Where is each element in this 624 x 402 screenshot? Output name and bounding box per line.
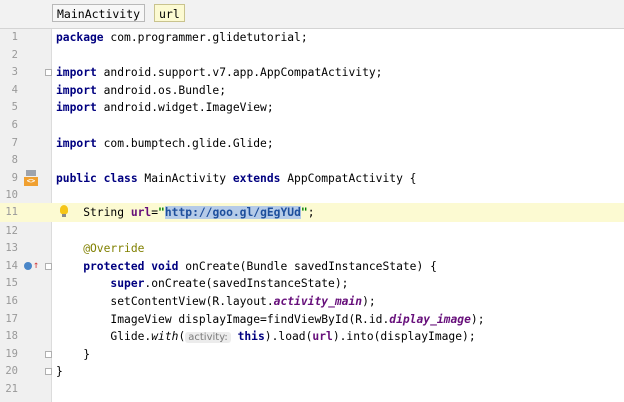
code-line[interactable]: 7 import com.bumptech.glide.Glide; — [0, 135, 624, 153]
field-reference: diplay_image — [389, 312, 471, 326]
keyword: import — [56, 101, 97, 115]
code-text: Glide. — [56, 330, 152, 344]
string-quote: " — [300, 206, 308, 219]
line-number: 15 — [5, 277, 18, 290]
code-text: } — [56, 365, 63, 379]
annotation: @Override — [56, 242, 145, 256]
code-text: com.programmer.glidetutorial; — [103, 31, 308, 44]
code-line[interactable]: 8 — [0, 152, 624, 170]
code-text: android.support.v7.app.AppCompatActivity… — [96, 66, 383, 80]
line-number: 6 — [11, 119, 18, 131]
implemented-icon[interactable]: <> — [24, 176, 38, 186]
line-number: 16 — [5, 295, 18, 307]
line-number: 1 — [11, 31, 18, 43]
line-number: 20 — [5, 365, 18, 378]
code-line[interactable]: 9 <> public class MainActivity extends A… — [0, 169, 624, 188]
code-line[interactable]: 18 Glide.with(activity: this).load(url).… — [0, 328, 624, 346]
keyword: protected void — [56, 259, 179, 273]
keyword: import — [56, 83, 97, 97]
code-text: android.widget.ImageView; — [96, 101, 274, 115]
code-line[interactable]: 3 import android.support.v7.app.AppCompa… — [0, 64, 624, 82]
code-text: AppCompatActivity { — [280, 171, 417, 185]
parameter-hint: activity: — [185, 332, 231, 344]
keyword: extends — [232, 171, 281, 185]
breadcrumb-class[interactable]: MainActivity — [52, 4, 146, 22]
keyword: public class — [56, 171, 138, 185]
code-line[interactable]: 21 — [0, 381, 624, 399]
line-number: 18 — [5, 330, 18, 343]
code-text: ).into(displayImage); — [332, 330, 476, 344]
code-text: ); — [362, 295, 376, 308]
method-call: with — [151, 330, 179, 344]
line-number: 11 — [5, 206, 18, 218]
class-icon — [26, 169, 36, 176]
fold-marker-icon[interactable] — [45, 350, 52, 358]
code-line[interactable]: 4 import android.os.Bundle; — [0, 82, 624, 100]
code-line[interactable]: 14 ↑ protected void onCreate(Bundle save… — [0, 258, 624, 276]
code-text: } — [56, 347, 91, 361]
keyword: import — [56, 66, 97, 80]
code-line[interactable]: 13 @Override — [0, 240, 624, 258]
keyword: package — [56, 31, 104, 44]
code-line[interactable]: 2 — [0, 47, 624, 65]
line-number: 9 — [11, 171, 18, 184]
line-number: 12 — [5, 224, 18, 237]
code-text: ).load( — [264, 330, 313, 344]
line-number: 7 — [11, 136, 18, 149]
line-number: 13 — [5, 242, 18, 255]
fold-marker-icon[interactable] — [45, 69, 52, 77]
string-quote: " — [158, 206, 165, 219]
line-number: 21 — [5, 383, 18, 395]
code-text: MainActivity — [137, 171, 233, 185]
code-text: String — [56, 206, 131, 219]
code-text: .onCreate(savedInstanceState); — [144, 277, 349, 291]
code-line[interactable]: 16 setContentView(R.layout.activity_main… — [0, 293, 624, 311]
code-line[interactable]: 5 import android.widget.ImageView; — [0, 99, 624, 117]
fold-marker-icon[interactable] — [45, 368, 52, 376]
code-text: android.os.Bundle; — [96, 83, 227, 97]
code-line[interactable]: 1 package com.programmer.glidetutorial; — [0, 29, 624, 47]
line-number: 2 — [11, 48, 18, 61]
code-line[interactable]: 15 super.onCreate(savedInstanceState); — [0, 275, 624, 293]
line-number: 19 — [5, 347, 18, 360]
keyword: import — [56, 136, 97, 150]
keyword: this — [237, 330, 265, 344]
code-text: ); — [470, 312, 485, 326]
code-text: ; — [307, 206, 315, 219]
breadcrumb-bar: MainActivity url — [0, 0, 624, 29]
code-line-current[interactable]: 11 String url="http://goo.gl/gEgYUd"; — [0, 203, 624, 222]
field-name: url — [312, 330, 333, 344]
override-method-icon[interactable] — [24, 261, 32, 270]
code-line[interactable]: 20 } — [0, 363, 624, 381]
field-name: url — [130, 206, 152, 219]
code-line[interactable]: 12 — [0, 223, 624, 241]
line-number: 17 — [5, 312, 18, 325]
fold-marker-icon[interactable] — [45, 262, 52, 270]
code-line[interactable]: 6 — [0, 117, 624, 135]
code-line[interactable]: 17 ImageView displayImage=findViewById(R… — [0, 311, 624, 329]
arrow-up-icon[interactable]: ↑ — [33, 260, 39, 271]
selected-text[interactable]: http://goo.gl/gEgYUd — [164, 206, 301, 219]
keyword: super — [56, 277, 145, 291]
code-text: onCreate(Bundle savedInstanceState) { — [178, 259, 437, 273]
code-text: com.bumptech.glide.Glide; — [96, 136, 274, 150]
line-number: 4 — [11, 83, 18, 96]
code-text: setContentView(R.layout. — [56, 295, 274, 308]
field-reference: activity_main — [273, 295, 363, 308]
line-number: 5 — [11, 101, 18, 114]
line-number: 3 — [11, 66, 18, 79]
code-line[interactable]: 19 } — [0, 346, 624, 364]
code-text: ImageView displayImage=findViewById(R.id… — [56, 312, 390, 326]
line-number: 8 — [11, 154, 18, 167]
line-number: 14 — [5, 259, 18, 272]
breadcrumb-field[interactable]: url — [154, 4, 185, 22]
